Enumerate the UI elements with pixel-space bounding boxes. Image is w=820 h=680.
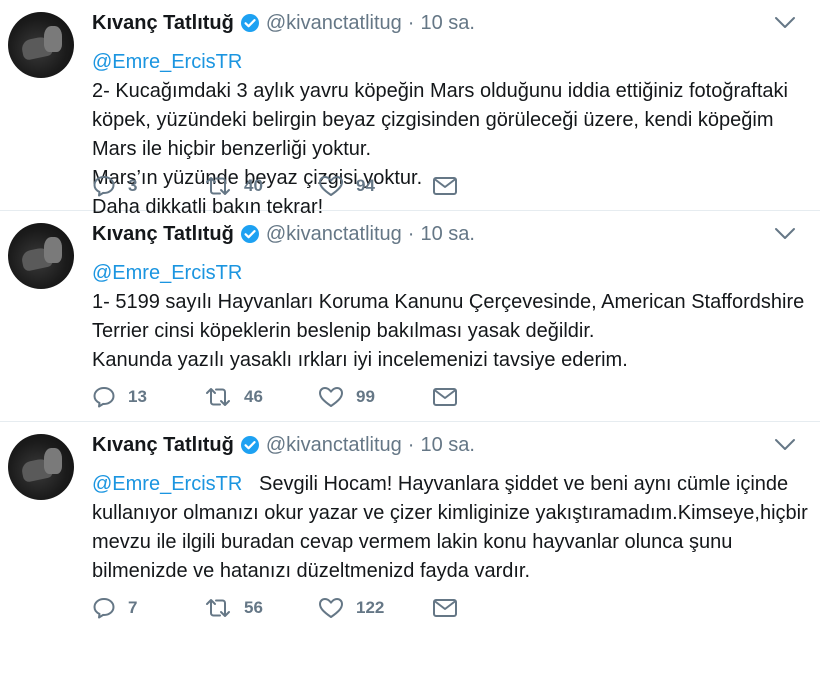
reply-count: 3 [128, 176, 138, 195]
tweet-line: bilmenizde ve hatanızı düzeltmenizd fayd… [92, 560, 531, 582]
reply-mention-link[interactable]: @Emre_ErcisTR [92, 259, 796, 288]
tweet-line: mevzu ile ilgili buradan cevap vermem la… [92, 531, 733, 553]
tweet-actions: 7 56 122 [92, 594, 458, 622]
reply-icon [93, 387, 115, 408]
chevron-down-icon[interactable] [774, 227, 796, 241]
like-button[interactable]: 94 [318, 174, 432, 198]
tweet-actions: 3 40 94 [92, 172, 458, 200]
reply-button[interactable]: 13 [92, 385, 204, 409]
heart-icon [319, 176, 343, 196]
tweet-line: 2- Kucağımdaki 3 aylık yavru köpeğin Mar… [92, 80, 788, 102]
chevron-down-icon[interactable] [774, 438, 796, 452]
tweet-content: Kıvanç Tatlıtuğ @kivanctatlitug · 10 sa.… [92, 422, 808, 586]
retweet-icon [206, 177, 230, 195]
reply-icon [93, 598, 115, 619]
retweet-icon [206, 599, 230, 617]
tweet-line: Terrier cinsi köpeklerin beslenip bakılm… [92, 320, 595, 342]
author-name[interactable]: Kıvanç Tatlıtuğ [92, 12, 234, 35]
reply-icon [93, 176, 115, 197]
reply-button[interactable]: 7 [92, 596, 204, 620]
direct-message-button[interactable] [432, 597, 458, 619]
tweet-line: 1- 5199 sayılı Hayvanları Koruma Kanunu … [92, 291, 805, 313]
chevron-down-icon[interactable] [774, 16, 796, 30]
author-name[interactable]: Kıvanç Tatlıtuğ [92, 434, 234, 457]
heart-icon [319, 387, 343, 407]
reply-mention-link[interactable]: @Emre_ErcisTR [92, 473, 242, 495]
verified-badge-icon [240, 13, 260, 33]
author-handle[interactable]: @kivanctatlitug [266, 12, 402, 35]
tweet-content: Kıvanç Tatlıtuğ @kivanctatlitug · 10 sa.… [92, 211, 805, 375]
retweet-count: 56 [244, 598, 263, 617]
tweet-header: Kıvanç Tatlıtuğ @kivanctatlitug · 10 sa. [92, 0, 796, 46]
tweet-line: @Emre_ErcisTR Sevgili Hocam! Hayvanlara … [92, 470, 796, 499]
like-button[interactable]: 122 [318, 596, 432, 620]
envelope-icon [433, 388, 457, 406]
tweet-header: Kıvanç Tatlıtuğ @kivanctatlitug · 10 sa. [92, 211, 796, 257]
reply-count: 7 [128, 598, 138, 617]
direct-message-button[interactable] [432, 175, 458, 197]
tweet-timeline: Kıvanç Tatlıtuğ @kivanctatlitug · 10 sa.… [0, 0, 820, 632]
tweet-line: kullanıyor olmanızı okur yazar ve çizer … [92, 502, 808, 524]
author-name[interactable]: Kıvanç Tatlıtuğ [92, 223, 234, 246]
tweet-text: @Emre_ErcisTR 1- 5199 sayılı Hayvanları … [92, 259, 805, 375]
author-handle[interactable]: @kivanctatlitug [266, 223, 402, 246]
like-button[interactable]: 99 [318, 385, 432, 409]
retweet-count: 40 [244, 176, 263, 195]
tweet-text: @Emre_ErcisTR Sevgili Hocam! Hayvanlara … [92, 470, 808, 586]
tweet-timestamp[interactable]: 10 sa. [420, 434, 474, 457]
tweet[interactable]: Kıvanç Tatlıtuğ @kivanctatlitug · 10 sa.… [0, 211, 820, 422]
heart-icon [319, 598, 343, 618]
verified-badge-icon [240, 224, 260, 244]
tweet-line-rest: Sevgili Hocam! Hayvanlara şiddet ve beni… [258, 473, 789, 495]
like-count: 99 [356, 387, 375, 406]
retweet-button[interactable]: 40 [204, 174, 318, 198]
separator-dot: · [407, 433, 415, 456]
tweet-line: Kanunda yazılı yasaklı ırkları iyi incel… [92, 349, 628, 371]
like-count: 94 [356, 176, 375, 195]
retweet-button[interactable]: 46 [204, 385, 318, 409]
separator-dot: · [407, 222, 415, 245]
tweet[interactable]: Kıvanç Tatlıtuğ @kivanctatlitug · 10 sa.… [0, 0, 820, 218]
tweet-line: Mars ile hiçbir benzerliği yoktur. [92, 138, 371, 160]
avatar[interactable] [8, 434, 74, 500]
tweet-header: Kıvanç Tatlıtuğ @kivanctatlitug · 10 sa. [92, 422, 796, 468]
avatar[interactable] [8, 12, 74, 78]
tweet-line: köpek, yüzündeki belirgin beyaz çizgisin… [92, 109, 774, 131]
avatar[interactable] [8, 223, 74, 289]
verified-badge-icon [240, 435, 260, 455]
envelope-icon [433, 177, 457, 195]
retweet-count: 46 [244, 387, 263, 406]
tweet-timestamp[interactable]: 10 sa. [420, 12, 474, 35]
direct-message-button[interactable] [432, 386, 458, 408]
like-count: 122 [356, 598, 385, 617]
reply-count: 13 [128, 387, 147, 406]
tweet-timestamp[interactable]: 10 sa. [420, 223, 474, 246]
separator-dot: · [407, 11, 415, 34]
tweet[interactable]: Kıvanç Tatlıtuğ @kivanctatlitug · 10 sa.… [0, 422, 820, 632]
reply-button[interactable]: 3 [92, 174, 204, 198]
tweet-actions: 13 46 99 [92, 383, 458, 411]
reply-mention-link[interactable]: @Emre_ErcisTR [92, 48, 796, 77]
retweet-button[interactable]: 56 [204, 596, 318, 620]
envelope-icon [433, 599, 457, 617]
author-handle[interactable]: @kivanctatlitug [266, 434, 402, 457]
retweet-icon [206, 388, 230, 406]
